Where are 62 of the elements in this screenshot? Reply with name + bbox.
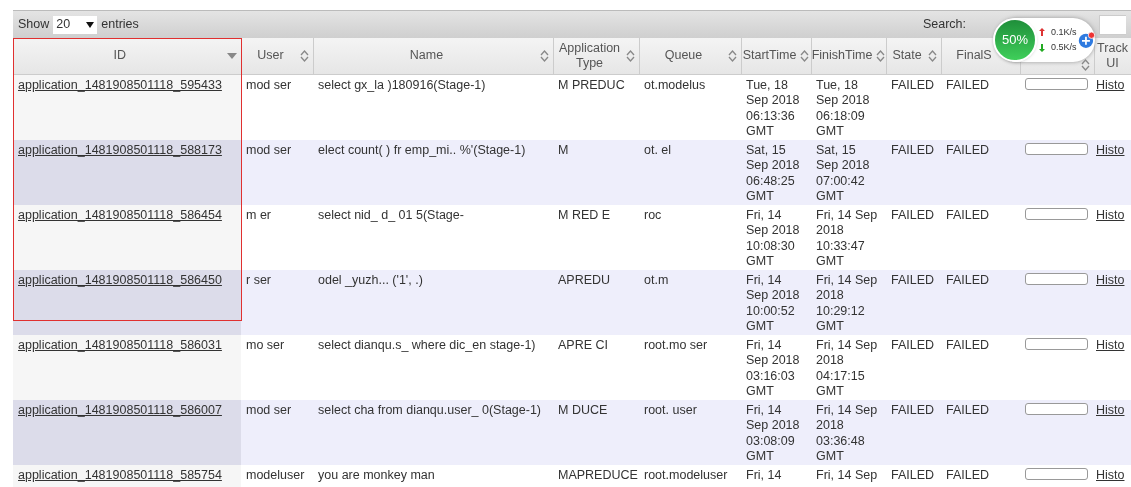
table-cell: Fri, 14 Sep 2018 10:29:12 GMT bbox=[816, 272, 878, 333]
table-cell: Fri, 14 Sep 2018 03:16:03 GMT bbox=[746, 337, 800, 398]
table-cell: r ser bbox=[246, 272, 271, 287]
entries-label: entries bbox=[101, 16, 139, 34]
table-cell: FAILED bbox=[891, 207, 935, 222]
table-cell: M DUCE bbox=[558, 402, 608, 417]
table-cell: ot.m bbox=[644, 272, 669, 287]
table-cell: mod ser bbox=[246, 142, 292, 157]
table-cell: m er bbox=[246, 207, 271, 222]
table-cell: FAILED bbox=[891, 77, 935, 92]
show-label: Show bbox=[18, 16, 50, 34]
table-cell: select dianqu.s_ where dic_en stage-1) bbox=[318, 337, 536, 352]
table-cell: APRE CI bbox=[558, 337, 608, 352]
percent-badge: 50% bbox=[993, 18, 1037, 62]
table-cell: Fri, 14 Sep 2018 03:36:48 GMT bbox=[816, 402, 878, 463]
search-label: Search: bbox=[922, 16, 966, 34]
table-cell: Fri, 14 Sep 2018 10:08:30 GMT bbox=[746, 207, 800, 268]
table-cell: FAILED bbox=[946, 77, 990, 92]
table-cell: Fri, 14 Sep bbox=[816, 467, 878, 482]
table-cell: MAPREDUCE bbox=[558, 467, 638, 482]
table-cell: FAILED bbox=[891, 142, 935, 157]
table-cell: FAILED bbox=[891, 337, 935, 352]
table-cell: FAILED bbox=[946, 272, 990, 287]
table-cell: M RED E bbox=[558, 207, 611, 222]
table-cell: Sat, 15 Sep 2018 06:48:25 GMT bbox=[746, 142, 800, 203]
table-cell: FAILED bbox=[946, 467, 990, 482]
table-cell: Fri, 14 bbox=[746, 467, 782, 482]
table-cell: Fri, 14 Sep 2018 10:33:47 GMT bbox=[816, 207, 878, 268]
table-cell: Fri, 14 Sep 2018 03:08:09 GMT bbox=[746, 402, 800, 463]
table-cell: M bbox=[558, 142, 569, 157]
table-cell: mo ser bbox=[246, 337, 285, 352]
table-cell: FAILED bbox=[946, 207, 990, 222]
table-cell: roc bbox=[644, 207, 662, 222]
table-cell: FAILED bbox=[891, 467, 935, 482]
table-cell: odel _yuzh... ('1', .) bbox=[318, 272, 423, 287]
table-cell: M PREDUC bbox=[558, 77, 625, 92]
download-speed: 0.5K/s bbox=[1051, 41, 1077, 54]
table-cell: Tue, 18 Sep 2018 06:18:09 GMT bbox=[816, 77, 870, 138]
table-cell: Tue, 18 Sep 2018 06:13:36 GMT bbox=[746, 77, 800, 138]
table-cell: ot. el bbox=[644, 142, 672, 157]
table-cell: select gx_la )180916(Stage-1) bbox=[318, 77, 486, 92]
table-cell: select cha from dianqu.user_ 0(Stage-1) bbox=[318, 402, 542, 417]
table-cell: Sat, 15 Sep 2018 07:00:42 GMT bbox=[816, 142, 870, 203]
table-cell: root.modeluser bbox=[644, 467, 728, 482]
table-cell: mod ser bbox=[246, 402, 292, 417]
table-cell: FAILED bbox=[946, 402, 990, 417]
table-cell: select nid_ d_ 01 5(Stage- bbox=[318, 207, 464, 222]
table-cell: root. user bbox=[644, 402, 697, 417]
table-cell: modeluser bbox=[246, 467, 305, 482]
table-cell: FAILED bbox=[946, 337, 990, 352]
table-cell: elect count( ) fr emp_mi.. %'(Stage-1) bbox=[318, 142, 526, 157]
table-cell: FAILED bbox=[891, 402, 935, 417]
table-cell: FAILED bbox=[891, 272, 935, 287]
table-cell: Fri, 14 Sep 2018 04:17:15 GMT bbox=[816, 337, 878, 398]
table-cell: APREDU bbox=[558, 272, 611, 287]
table-cell: Fri, 14 Sep 2018 10:00:52 GMT bbox=[746, 272, 800, 333]
table-cell: root.mo ser bbox=[644, 337, 708, 352]
table-cell: mod ser bbox=[246, 77, 292, 92]
table-cell: FAILED bbox=[946, 142, 990, 157]
upload-speed: 0.1K/s bbox=[1051, 25, 1077, 39]
table-cell: ot.modelus bbox=[644, 77, 706, 92]
table-cell: you are monkey man bbox=[318, 467, 435, 482]
